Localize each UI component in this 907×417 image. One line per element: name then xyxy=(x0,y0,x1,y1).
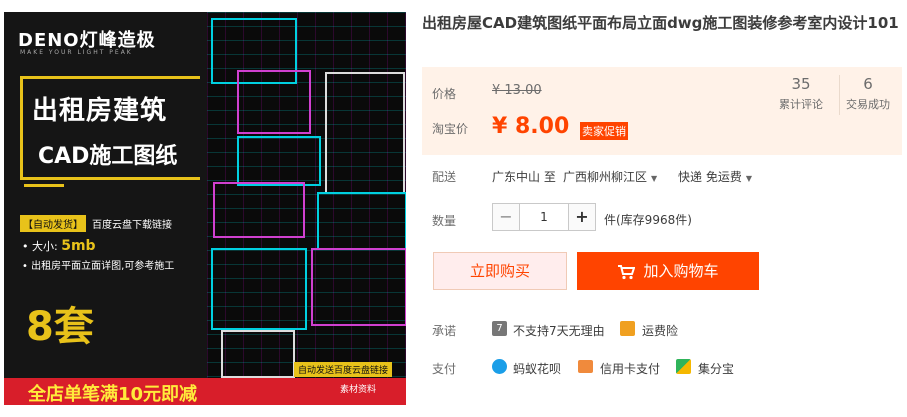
size-value: 5mb xyxy=(61,238,96,254)
payment-jifenbao[interactable]: 集分宝 xyxy=(698,360,734,377)
auto-delivery-text: 百度云盘下载链接 xyxy=(92,220,172,231)
product-title: 出租房屋CAD建筑图纸平面布局立面dwg施工图装修参考室内设计101 xyxy=(422,14,899,32)
description-line: • 出租房平面立面详图,可参考施工 xyxy=(22,261,175,272)
payment-huabei[interactable]: 蚂蚁花呗 xyxy=(513,360,561,377)
poster-headline: 出租房建筑 xyxy=(32,96,168,126)
cad-drawings-collage xyxy=(207,12,406,405)
price-panel: 价格 ¥ 13.00 淘宝价 ¥ 8.00 卖家促销 35 累计评论 6 交易成… xyxy=(422,67,902,155)
shipping-method-select[interactable]: 快递 免运费 ▼ xyxy=(678,168,752,185)
brand-tagline: MAKE YOUR LIGHT PEAK xyxy=(20,49,133,56)
cart-icon xyxy=(618,264,636,279)
auto-delivery-badge: 【自动发货】 xyxy=(20,215,86,232)
original-price: ¥ 13.00 xyxy=(492,83,542,98)
product-image-poster: DENO灯峰造极 MAKE YOUR LIGHT PEAK 出租房建筑 CAD施… xyxy=(4,12,207,405)
price-label: 价格 xyxy=(432,87,457,101)
review-count: 35 xyxy=(791,75,811,93)
jifenbao-icon xyxy=(676,359,691,374)
promise-no-return[interactable]: 不支持7天无理由 xyxy=(513,322,605,339)
shipping-origin: 广东中山 至 xyxy=(492,170,556,184)
description-text: 出租房平面立面详图,可参考施工 xyxy=(31,261,175,272)
quantity-input[interactable]: 1 xyxy=(520,204,568,230)
cad-sheet xyxy=(311,248,406,326)
chevron-down-icon: ▼ xyxy=(745,174,752,183)
quantity-label: 数量 xyxy=(432,214,457,228)
huabei-icon xyxy=(492,359,507,374)
cad-sheet xyxy=(221,330,295,378)
credit-card-icon xyxy=(578,360,593,373)
shipping-destination-select[interactable]: 广西柳州柳江区 ▼ xyxy=(563,168,657,185)
promise-shipping-insurance[interactable]: 运费险 xyxy=(642,322,678,339)
sales-count-label: 交易成功 xyxy=(846,98,890,111)
shipping-insurance-icon xyxy=(620,321,635,336)
increment-button[interactable]: + xyxy=(568,204,595,230)
poster-subheadline: CAD施工图纸 xyxy=(38,144,178,169)
product-image[interactable]: DENO灯峰造极 MAKE YOUR LIGHT PEAK 出租房建筑 CAD施… xyxy=(4,12,406,405)
review-count-stat[interactable]: 35 累计评论 xyxy=(772,75,830,112)
payment-label: 支付 xyxy=(432,362,457,376)
promo-side-text: 素材资料 xyxy=(340,385,377,395)
chevron-down-icon: ▼ xyxy=(651,174,658,183)
taobao-price-label: 淘宝价 xyxy=(432,122,469,136)
no-7-day-return-icon: 7 xyxy=(492,321,507,336)
cad-sheet xyxy=(211,248,307,330)
cad-sheet xyxy=(237,136,321,186)
sales-count: 6 xyxy=(863,75,873,93)
current-price: ¥ 8.00 xyxy=(492,114,570,139)
cad-sheet xyxy=(213,182,305,238)
size-label: 大小: xyxy=(32,240,58,253)
cad-sheet xyxy=(317,192,406,250)
divider xyxy=(24,184,64,187)
shipping-method: 快递 免运费 xyxy=(678,170,742,184)
sales-count-stat: 6 交易成功 xyxy=(842,75,894,112)
review-count-label: 累计评论 xyxy=(779,98,823,111)
stock-info: 件(库存9968件) xyxy=(604,213,692,227)
payment-credit-card[interactable]: 信用卡支付 xyxy=(600,360,660,377)
shipping-label: 配送 xyxy=(432,170,457,184)
sets-count: 8套 xyxy=(26,304,94,350)
size-line: • 大小: 5mb xyxy=(22,238,96,254)
quantity-stepper: − 1 + xyxy=(492,203,596,231)
add-to-cart-button[interactable]: 加入购物车 xyxy=(577,252,759,290)
promise-label: 承诺 xyxy=(432,324,457,338)
decrement-button[interactable]: − xyxy=(493,204,520,230)
cad-sheet xyxy=(237,70,311,134)
shipping-destination: 广西柳州柳江区 xyxy=(563,170,648,184)
add-to-cart-label: 加入购物车 xyxy=(643,262,719,280)
auto-send-badge: 自动发送百度云盘链接 xyxy=(294,362,393,377)
buy-now-button[interactable]: 立即购买 xyxy=(433,252,567,290)
stat-divider xyxy=(839,75,840,115)
promo-badge[interactable]: 卖家促销 xyxy=(580,122,628,140)
cad-sheet xyxy=(325,72,405,194)
